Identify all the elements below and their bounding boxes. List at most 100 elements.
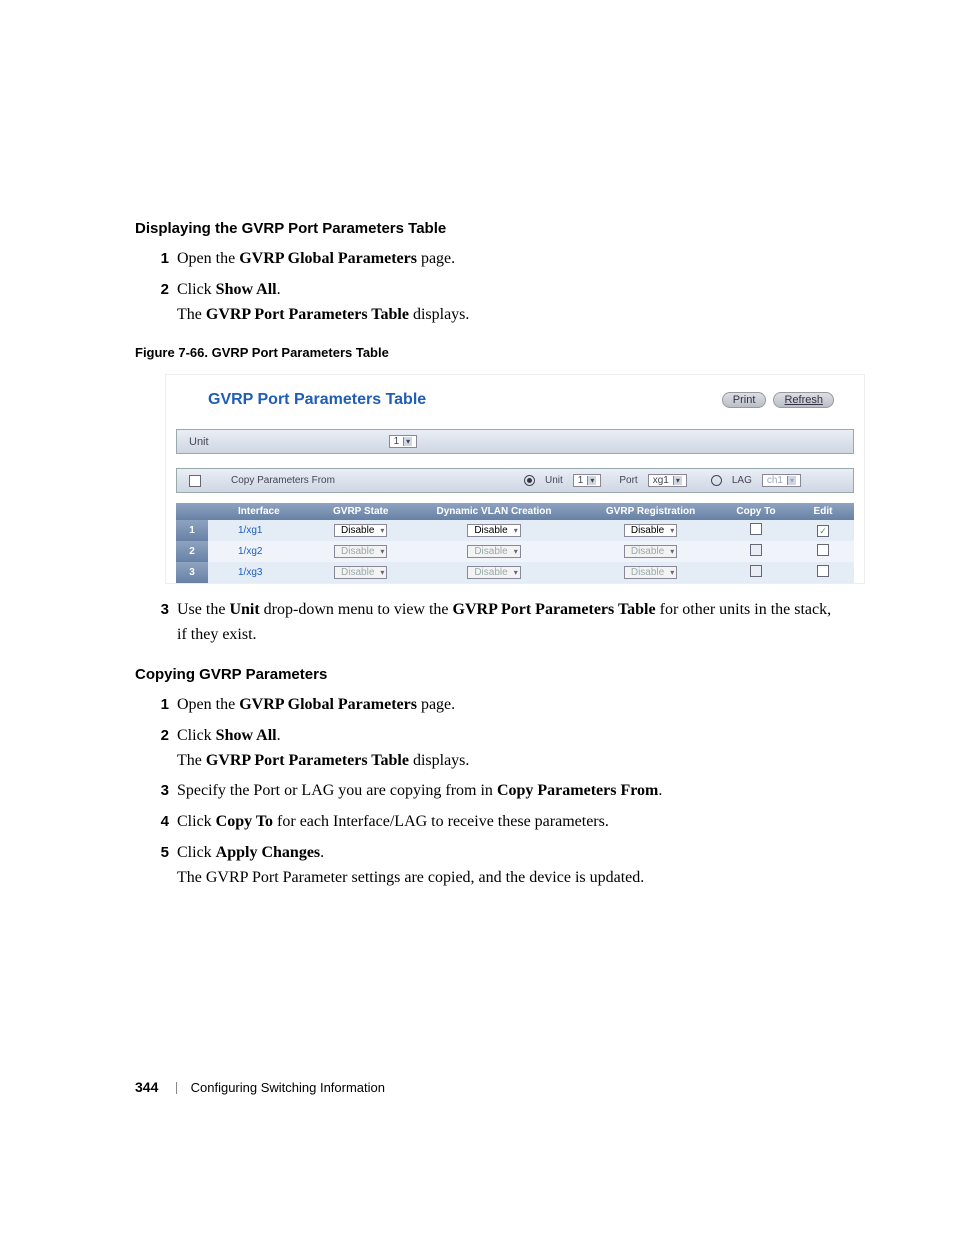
port-label: Port bbox=[619, 475, 637, 486]
step-item: 1Open the GVRP Global Parameters page. bbox=[135, 693, 844, 718]
step-item: 2Click Show All.The GVRP Port Parameters… bbox=[135, 724, 844, 774]
unit-bar: Unit 1 ▾ bbox=[176, 429, 854, 454]
section-heading-copying: Copying GVRP Parameters bbox=[135, 666, 844, 683]
chevron-down-icon: ▾ bbox=[673, 476, 682, 485]
step-item: 1Open the GVRP Global Parameters page. bbox=[135, 247, 844, 272]
print-button[interactable]: Print bbox=[722, 392, 767, 408]
copy-from-label: Copy Parameters From bbox=[231, 475, 335, 486]
page-footer: 344 Configuring Switching Information bbox=[135, 1079, 385, 1095]
step-number: 3 bbox=[135, 779, 169, 804]
gvrp-table: Interface GVRP State Dynamic VLAN Creati… bbox=[176, 503, 854, 583]
step-item: 3Use the Unit drop-down menu to view the… bbox=[135, 598, 844, 648]
step-body: Specify the Port or LAG you are copying … bbox=[169, 779, 844, 804]
chevron-down-icon: ▾ bbox=[403, 437, 412, 446]
edit-checkbox[interactable]: ✓ bbox=[817, 525, 829, 537]
cell-reg: Disable▾ bbox=[581, 562, 720, 583]
reg-select: Disable▾ bbox=[624, 545, 677, 558]
refresh-button[interactable]: Refresh bbox=[773, 392, 834, 408]
cell-dvc: Disable▾ bbox=[407, 541, 581, 562]
port-select[interactable]: xg1 ▾ bbox=[648, 474, 687, 487]
lag-select[interactable]: ch1 ▾ bbox=[762, 474, 801, 487]
lag-radio[interactable] bbox=[711, 475, 722, 486]
cell-state: Disable▾ bbox=[315, 520, 407, 541]
cell-copyto bbox=[720, 541, 792, 562]
dvc-select[interactable]: Disable▾ bbox=[467, 524, 520, 537]
state-select: Disable▾ bbox=[334, 566, 387, 579]
copy-unit-select[interactable]: 1 ▾ bbox=[573, 474, 602, 487]
row-index: 2 bbox=[176, 541, 208, 562]
step-number: 2 bbox=[135, 278, 169, 328]
step-body: Click Show All.The GVRP Port Parameters … bbox=[169, 724, 844, 774]
gvrp-table-screenshot: GVRP Port Parameters Table Print Refresh… bbox=[165, 374, 865, 584]
radio-unit-label: Unit bbox=[545, 475, 563, 486]
page-number: 344 bbox=[135, 1079, 158, 1095]
step-number: 1 bbox=[135, 693, 169, 718]
reg-select: Disable▾ bbox=[624, 566, 677, 579]
cell-edit bbox=[792, 562, 854, 583]
table-row: 11/xg1 Disable▾ Disable▾ Disable▾ ✓ bbox=[176, 520, 854, 541]
step-body: Click Copy To for each Interface/LAG to … bbox=[169, 810, 844, 835]
cell-edit bbox=[792, 541, 854, 562]
step-item: 4Click Copy To for each Interface/LAG to… bbox=[135, 810, 844, 835]
cell-interface: 1/xg2 bbox=[208, 541, 315, 562]
chapter-title: Configuring Switching Information bbox=[191, 1080, 385, 1095]
col-dvc: Dynamic VLAN Creation bbox=[407, 503, 581, 520]
cell-state: Disable▾ bbox=[315, 541, 407, 562]
select-all-checkbox[interactable] bbox=[189, 475, 201, 487]
cell-reg: Disable▾ bbox=[581, 541, 720, 562]
col-reg: GVRP Registration bbox=[581, 503, 720, 520]
step-body: Open the GVRP Global Parameters page. bbox=[169, 247, 844, 272]
cell-dvc: Disable▾ bbox=[407, 520, 581, 541]
state-select: Disable▾ bbox=[334, 545, 387, 558]
step-item: 5Click Apply Changes.The GVRP Port Param… bbox=[135, 841, 844, 891]
col-interface: Interface bbox=[208, 503, 315, 520]
radio-lag-label: LAG bbox=[732, 475, 752, 486]
cell-copyto bbox=[720, 562, 792, 583]
col-edit: Edit bbox=[792, 503, 854, 520]
cell-reg: Disable▾ bbox=[581, 520, 720, 541]
edit-checkbox[interactable] bbox=[817, 544, 829, 556]
col-state: GVRP State bbox=[315, 503, 407, 520]
chevron-down-icon: ▾ bbox=[587, 476, 596, 485]
copy-from-bar: Copy Parameters From Unit 1 ▾ Port xg1 ▾… bbox=[176, 468, 854, 493]
reg-select[interactable]: Disable▾ bbox=[624, 524, 677, 537]
cell-interface: 1/xg1 bbox=[208, 520, 315, 541]
row-index: 1 bbox=[176, 520, 208, 541]
dvc-select: Disable▾ bbox=[467, 545, 520, 558]
copyto-checkbox bbox=[750, 565, 762, 577]
steps-list-1b: 3Use the Unit drop-down menu to view the… bbox=[135, 598, 844, 648]
cell-copyto bbox=[720, 520, 792, 541]
cell-interface: 1/xg3 bbox=[208, 562, 315, 583]
step-body: Open the GVRP Global Parameters page. bbox=[169, 693, 844, 718]
cell-dvc: Disable▾ bbox=[407, 562, 581, 583]
table-row: 31/xg3 Disable▾ Disable▾ Disable▾ bbox=[176, 562, 854, 583]
chevron-down-icon: ▾ bbox=[787, 476, 796, 485]
unit-label: Unit bbox=[189, 436, 209, 448]
step-body: Click Show All.The GVRP Port Parameters … bbox=[169, 278, 844, 328]
step-item: 3Specify the Port or LAG you are copying… bbox=[135, 779, 844, 804]
step-body: Click Apply Changes.The GVRP Port Parame… bbox=[169, 841, 844, 891]
panel-title: GVRP Port Parameters Table bbox=[208, 391, 426, 409]
cell-edit: ✓ bbox=[792, 520, 854, 541]
step-number: 1 bbox=[135, 247, 169, 272]
figure-caption: Figure 7-66. GVRP Port Parameters Table bbox=[135, 345, 844, 360]
step-number: 2 bbox=[135, 724, 169, 774]
step-item: 2Click Show All.The GVRP Port Parameters… bbox=[135, 278, 844, 328]
steps-list-1: 1Open the GVRP Global Parameters page.2C… bbox=[135, 247, 844, 327]
col-copyto: Copy To bbox=[720, 503, 792, 520]
copyto-checkbox bbox=[750, 544, 762, 556]
section-heading-displaying: Displaying the GVRP Port Parameters Tabl… bbox=[135, 220, 844, 237]
step-number: 3 bbox=[135, 598, 169, 648]
unit-select[interactable]: 1 ▾ bbox=[389, 435, 418, 448]
step-body: Use the Unit drop-down menu to view the … bbox=[169, 598, 844, 648]
state-select[interactable]: Disable▾ bbox=[334, 524, 387, 537]
cell-state: Disable▾ bbox=[315, 562, 407, 583]
unit-radio[interactable] bbox=[524, 475, 535, 486]
steps-list-2: 1Open the GVRP Global Parameters page.2C… bbox=[135, 693, 844, 891]
edit-checkbox[interactable] bbox=[817, 565, 829, 577]
table-row: 21/xg2 Disable▾ Disable▾ Disable▾ bbox=[176, 541, 854, 562]
row-index: 3 bbox=[176, 562, 208, 583]
dvc-select: Disable▾ bbox=[467, 566, 520, 579]
step-number: 5 bbox=[135, 841, 169, 891]
copyto-checkbox[interactable] bbox=[750, 523, 762, 535]
